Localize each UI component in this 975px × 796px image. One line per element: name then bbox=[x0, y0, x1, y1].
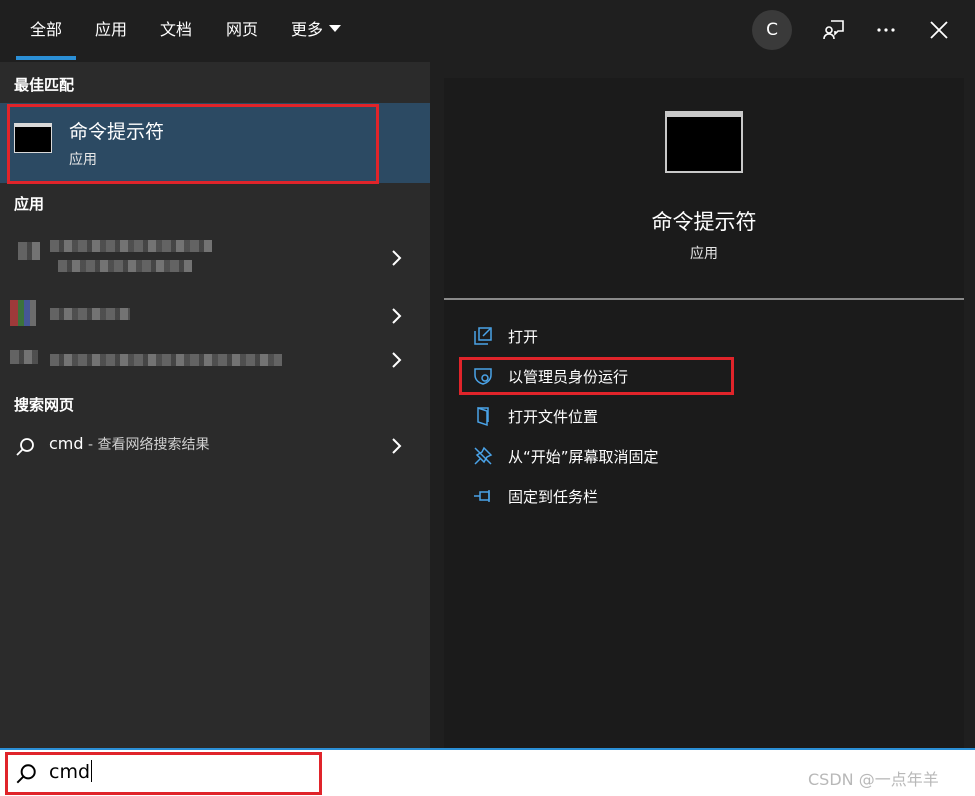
tab-more-label: 更多 bbox=[291, 20, 324, 39]
highlight-box-best-match bbox=[7, 104, 379, 184]
action-pin-taskbar[interactable]: 固定到任务栏 bbox=[472, 482, 598, 510]
action-open-file-location-label: 打开文件位置 bbox=[508, 407, 599, 426]
app-icon-blurred bbox=[18, 242, 40, 260]
app-icon-blurred bbox=[10, 300, 36, 326]
action-open-label: 打开 bbox=[508, 327, 539, 346]
web-search-query: cmd bbox=[49, 434, 84, 453]
feedback-icon bbox=[823, 20, 844, 40]
pin-icon bbox=[474, 490, 490, 502]
tab-web[interactable]: 网页 bbox=[226, 18, 258, 42]
account-avatar-button[interactable]: C bbox=[752, 10, 792, 50]
tab-documents[interactable]: 文档 bbox=[160, 18, 192, 42]
search-icon bbox=[16, 438, 34, 456]
web-search-text: cmd - 查看网络搜索结果 bbox=[49, 434, 210, 454]
close-button[interactable] bbox=[925, 16, 953, 44]
web-search-heading: 搜索网页 bbox=[14, 396, 75, 414]
watermark: CSDN @一点年羊 bbox=[808, 770, 939, 789]
best-match-heading: 最佳匹配 bbox=[14, 76, 75, 94]
chevron-right-icon bbox=[392, 308, 402, 324]
web-search-hint: - 查看网络搜索结果 bbox=[83, 437, 210, 453]
tab-apps[interactable]: 应用 bbox=[95, 18, 127, 42]
action-unpin-start[interactable]: 从“开始”屏幕取消固定 bbox=[472, 442, 659, 470]
app-result-2[interactable] bbox=[0, 294, 430, 338]
action-pin-taskbar-label: 固定到任务栏 bbox=[508, 487, 599, 506]
highlight-box-search bbox=[5, 752, 322, 795]
open-icon bbox=[474, 327, 492, 345]
action-open[interactable]: 打开 bbox=[472, 322, 538, 350]
app-name-blurred bbox=[50, 308, 130, 320]
feedback-button[interactable] bbox=[820, 16, 848, 44]
folder-icon bbox=[477, 406, 489, 427]
top-nav: 全部 应用 文档 网页 更多 C bbox=[0, 0, 975, 62]
apps-heading: 应用 bbox=[14, 195, 45, 213]
chevron-right-icon bbox=[392, 352, 402, 368]
app-detail-blurred bbox=[58, 260, 192, 272]
unpin-icon bbox=[474, 446, 493, 465]
divider bbox=[444, 298, 964, 300]
highlight-box-run-as-admin bbox=[459, 357, 734, 395]
close-icon bbox=[930, 21, 948, 39]
preview-subtitle: 应用 bbox=[690, 246, 718, 262]
action-unpin-start-label: 从“开始”屏幕取消固定 bbox=[508, 447, 659, 466]
app-result-1[interactable] bbox=[0, 236, 430, 280]
chevron-right-icon bbox=[392, 250, 402, 266]
tab-more[interactable]: 更多 bbox=[291, 18, 342, 42]
web-search-result[interactable]: cmd - 查看网络搜索结果 bbox=[0, 426, 430, 466]
cmd-app-large-icon bbox=[665, 111, 743, 173]
preview-pane: 命令提示符 应用 打开 以管理员身份运行 打开文件位置 从“开始”屏幕取消固定 … bbox=[444, 78, 964, 748]
app-name-blurred bbox=[50, 240, 212, 252]
app-name-blurred bbox=[50, 354, 282, 366]
chevron-down-icon bbox=[329, 25, 342, 32]
more-options-button[interactable] bbox=[872, 16, 900, 44]
preview-title: 命令提示符 bbox=[651, 210, 757, 234]
app-result-3[interactable] bbox=[0, 340, 430, 384]
ellipsis-icon bbox=[877, 28, 895, 32]
chevron-right-icon bbox=[392, 438, 402, 454]
avatar-letter: C bbox=[766, 20, 778, 40]
action-open-file-location[interactable]: 打开文件位置 bbox=[472, 402, 598, 430]
results-pane: 最佳匹配 命令提示符 应用 应用 搜索网页 cmd - 查看网络搜索结果 bbox=[0, 62, 430, 748]
tab-all[interactable]: 全部 bbox=[15, 18, 77, 60]
app-icon-blurred bbox=[10, 350, 38, 364]
